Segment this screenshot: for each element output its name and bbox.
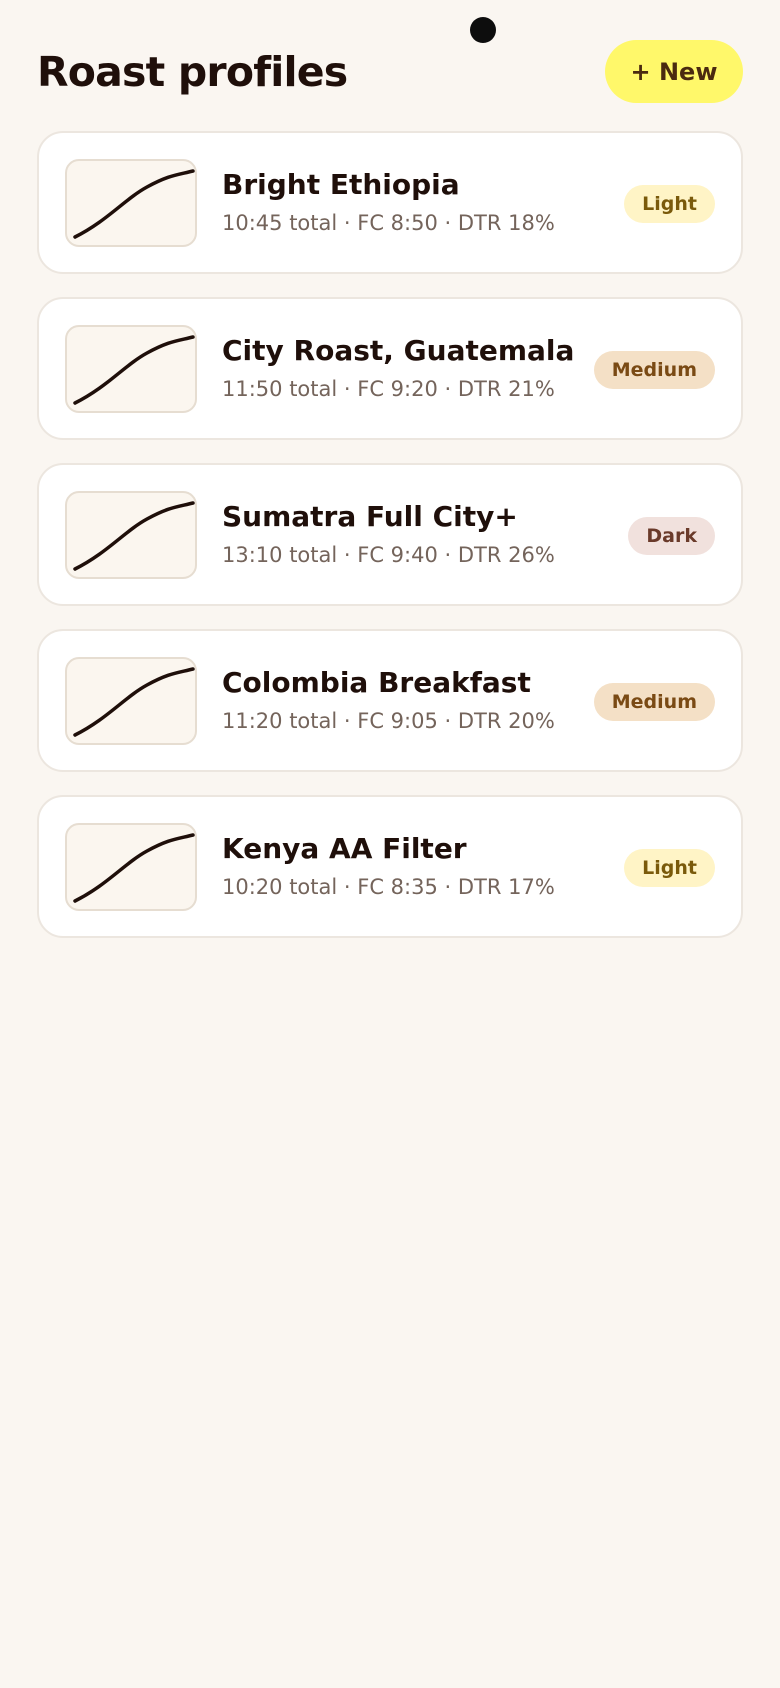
profile-text: Colombia Breakfast 11:20 total · FC 9:05… (222, 665, 555, 735)
profile-text: Bright Ethiopia 10:45 total · FC 8:50 · … (222, 167, 555, 237)
roast-level-badge: Light (624, 849, 715, 887)
roast-level-badge: Medium (593, 683, 715, 721)
profile-name: Colombia Breakfast (222, 666, 531, 699)
roast-curve-icon (65, 491, 197, 579)
profile-text: City Roast, Guatemala 11:50 total · FC 9… (222, 333, 574, 403)
profile-meta: 11:20 total · FC 9:05 · DTR 20% (222, 709, 555, 733)
profile-name: Bright Ethiopia (222, 168, 460, 201)
profile-text: Sumatra Full City+ 13:10 total · FC 9:40… (222, 499, 555, 569)
profile-card[interactable]: Bright Ethiopia 10:45 total · FC 8:50 · … (37, 131, 743, 274)
profile-meta: 10:45 total · FC 8:50 · DTR 18% (222, 211, 555, 235)
page-title: Roast profiles (37, 48, 348, 96)
roast-profiles-screen: Roast profiles + New Bright Ethiopia 10:… (0, 0, 780, 1688)
new-profile-button[interactable]: + New (605, 40, 743, 103)
profile-name: Kenya AA Filter (222, 832, 467, 865)
roast-curve-icon (65, 657, 197, 745)
roast-curve-icon (65, 325, 197, 413)
profile-list: Bright Ethiopia 10:45 total · FC 8:50 · … (37, 131, 743, 961)
profile-card[interactable]: Sumatra Full City+ 13:10 total · FC 9:40… (37, 463, 743, 606)
profile-name: Sumatra Full City+ (222, 500, 518, 533)
roast-level-badge: Dark (628, 517, 715, 555)
profile-meta: 11:50 total · FC 9:20 · DTR 21% (222, 377, 555, 401)
profile-card[interactable]: Colombia Breakfast 11:20 total · FC 9:05… (37, 629, 743, 772)
header: Roast profiles + New (37, 40, 743, 104)
profile-text: Kenya AA Filter 10:20 total · FC 8:35 · … (222, 831, 555, 901)
roast-curve-icon (65, 159, 197, 247)
profile-card[interactable]: Kenya AA Filter 10:20 total · FC 8:35 · … (37, 795, 743, 938)
profile-name: City Roast, Guatemala (222, 334, 575, 367)
profile-meta: 13:10 total · FC 9:40 · DTR 26% (222, 543, 555, 567)
profile-card[interactable]: City Roast, Guatemala 11:50 total · FC 9… (37, 297, 743, 440)
roast-level-badge: Medium (593, 351, 715, 389)
profile-meta: 10:20 total · FC 8:35 · DTR 17% (222, 875, 555, 899)
roast-curve-icon (65, 823, 197, 911)
roast-level-badge: Light (624, 185, 715, 223)
